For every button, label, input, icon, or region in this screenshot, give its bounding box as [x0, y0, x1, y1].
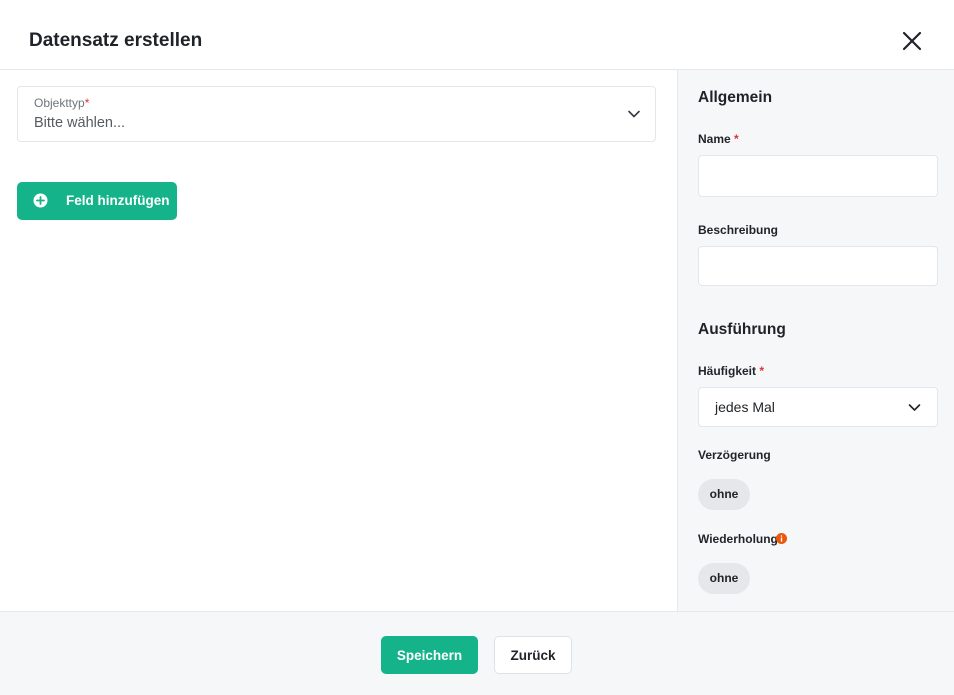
plus-circle-icon — [33, 193, 48, 208]
required-mark: * — [759, 364, 765, 378]
chevron-down-icon — [628, 110, 640, 118]
beschreibung-label: Beschreibung — [698, 223, 779, 237]
objekttyp-select[interactable]: Objekttyp* Bitte wählen... — [17, 86, 656, 142]
dialog-header: Datensatz erstellen — [0, 0, 954, 70]
section-title-allgemein: Allgemein — [698, 89, 773, 106]
required-mark: * — [734, 132, 739, 146]
haeufigkeit-label: Häufigkeit * — [698, 364, 765, 378]
haeufigkeit-select[interactable]: jedes Mal — [698, 387, 938, 427]
verzoegerung-chip[interactable]: ohne — [698, 479, 750, 510]
dialog-footer: Speichern Zurück — [0, 611, 954, 695]
haeufigkeit-value: jedes Mal — [715, 399, 775, 415]
wiederholung-label: Wiederholung — [698, 532, 778, 546]
chevron-down-icon — [908, 404, 921, 411]
required-mark: * — [84, 96, 90, 110]
beschreibung-input[interactable] — [698, 246, 938, 286]
wiederholung-chip[interactable]: ohne — [698, 563, 750, 594]
close-button[interactable] — [899, 28, 925, 54]
objekttyp-label: Objekttyp* — [34, 96, 90, 110]
objekttyp-value: Bitte wählen... — [34, 115, 126, 131]
save-button[interactable]: Speichern — [381, 636, 478, 674]
close-icon — [902, 31, 922, 51]
main-panel: Objekttyp* Bitte wählen... Feld hinzufüg… — [0, 70, 677, 611]
create-record-dialog: Datensatz erstellen Objekttyp* Bitte wäh… — [0, 0, 954, 695]
settings-panel: Allgemein Name * Beschreibung Ausführung… — [677, 70, 954, 611]
verzoegerung-label: Verzögerung — [698, 448, 771, 462]
add-field-button[interactable]: Feld hinzufügen — [17, 182, 177, 220]
back-button[interactable]: Zurück — [494, 636, 572, 674]
section-title-ausfuehrung: Ausführung — [698, 321, 786, 338]
name-input[interactable] — [698, 155, 938, 197]
dialog-title: Datensatz erstellen — [29, 30, 203, 51]
info-icon[interactable] — [776, 533, 787, 544]
name-label: Name * — [698, 132, 739, 146]
add-field-label: Feld hinzufügen — [66, 193, 170, 208]
